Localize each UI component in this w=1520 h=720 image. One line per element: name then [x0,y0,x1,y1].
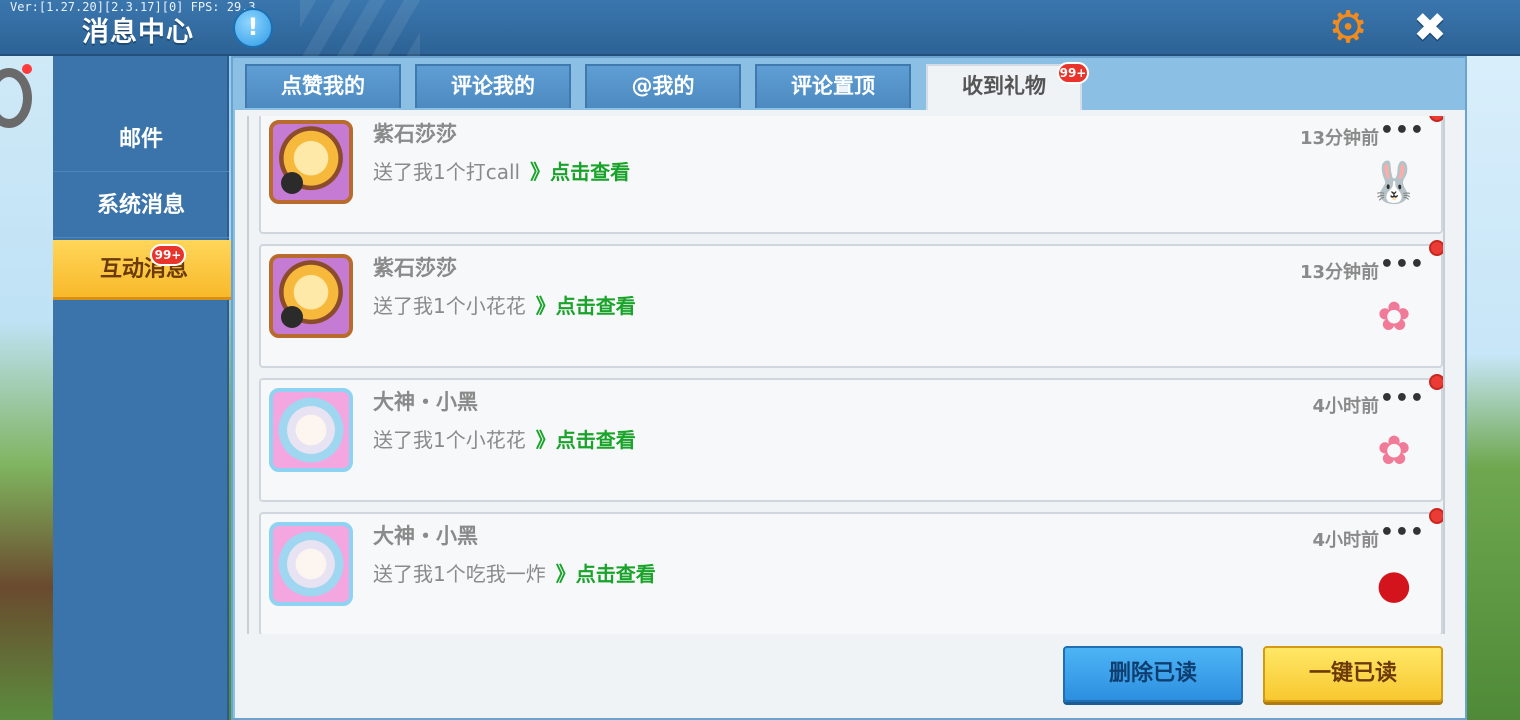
avatar[interactable] [269,254,353,338]
tab-mentions[interactable]: @我的 [585,64,741,108]
tab-comments[interactable]: 评论我的 [415,64,571,108]
sidebar-unread-badge: 99+ [150,244,186,266]
background-scene-left [0,56,54,720]
timestamp: 13分钟前 [1299,262,1379,283]
message-text: 送了我1个吃我一炸 》点击查看 [373,558,656,587]
list-item[interactable]: 紫石莎莎 送了我1个小花花 》点击查看 13分钟前 ••• ✿ [259,240,1443,368]
close-icon[interactable]: ✖ [1408,6,1452,50]
message-text: 送了我1个打call 》点击查看 [373,156,630,185]
message-body: 送了我1个打call [373,160,521,184]
unread-dot [1429,116,1443,122]
header-bar: Ver:[1.27.20][2.3.17][0] FPS: 29.3 消息中心 … [0,0,1520,56]
background-red-dot [22,64,32,74]
header-stripe-decoration [300,0,420,56]
page-title: 消息中心 [82,17,194,48]
message-body: 送了我1个小花花 [373,428,526,452]
more-options-icon[interactable]: ••• [1380,386,1425,411]
unread-dot [1429,508,1443,524]
timestamp: 4小时前 [1312,396,1379,417]
message-list[interactable]: 紫石莎莎 送了我1个打call 》点击查看 13分钟前 ••• 🐰 紫石莎莎 送了… [247,116,1445,634]
view-link[interactable]: 》点击查看 [530,160,630,184]
delete-read-button[interactable]: 删除已读 [1063,646,1243,702]
list-item[interactable]: 大神・小黑 送了我1个吃我一炸 》点击查看 4小时前 ••• ● [259,508,1443,634]
timestamp: 13分钟前 [1299,128,1379,149]
message-body: 送了我1个小花花 [373,294,526,318]
flower-gift-icon: ✿ [1377,428,1411,474]
sender-name: 紫石莎莎 [373,256,457,280]
more-options-icon[interactable]: ••• [1380,520,1425,545]
view-link[interactable]: 》点击查看 [536,428,636,452]
avatar[interactable] [269,120,353,204]
avatar[interactable] [269,522,353,606]
unread-dot [1429,240,1443,256]
view-link[interactable]: 》点击查看 [556,562,656,586]
exclamation-icon[interactable]: ! [233,8,273,48]
sidebar-item-mail[interactable]: 邮件 [53,108,229,172]
sidebar-item-system-messages[interactable]: 系统消息 [53,174,229,238]
list-item[interactable]: 紫石莎莎 送了我1个打call 》点击查看 13分钟前 ••• 🐰 [259,116,1443,234]
tab-pinned-comments[interactable]: 评论置顶 [755,64,911,108]
gear-icon[interactable]: ⚙ [1326,6,1370,50]
mark-all-read-button[interactable]: 一键已读 [1263,646,1443,702]
sender-name: 大神・小黑 [373,524,478,548]
unread-dot [1429,374,1443,390]
more-options-icon[interactable]: ••• [1380,118,1425,143]
more-options-icon[interactable]: ••• [1380,252,1425,277]
tab-unread-badge: 99+ [1057,62,1089,84]
sidebar-item-interactive-messages[interactable]: 互动消息 [53,240,235,300]
bomb-gift-icon: ● [1376,562,1412,608]
view-link[interactable]: 》点击查看 [536,294,636,318]
tab-likes[interactable]: 点赞我的 [245,64,401,108]
message-body: 送了我1个吃我一炸 [373,562,546,586]
message-text: 送了我1个小花花 》点击查看 [373,424,636,453]
sender-name: 大神・小黑 [373,390,478,414]
main-panel: 点赞我的 评论我的 @我的 评论置顶 收到礼物 99+ 紫石莎莎 送了我1个打c… [231,56,1467,720]
avatar[interactable] [269,388,353,472]
list-item[interactable]: 大神・小黑 送了我1个小花花 》点击查看 4小时前 ••• ✿ [259,374,1443,502]
background-scene-right [1466,56,1520,720]
sidebar: 邮件 系统消息 互动消息 [53,56,235,720]
flower-gift-icon: ✿ [1377,294,1411,340]
timestamp: 4小时前 [1312,530,1379,551]
sender-name: 紫石莎莎 [373,122,457,146]
content-area: 紫石莎莎 送了我1个打call 》点击查看 13分钟前 ••• 🐰 紫石莎莎 送了… [235,110,1465,718]
message-text: 送了我1个小花花 》点击查看 [373,290,636,319]
rabbit-gift-icon: 🐰 [1369,160,1419,206]
